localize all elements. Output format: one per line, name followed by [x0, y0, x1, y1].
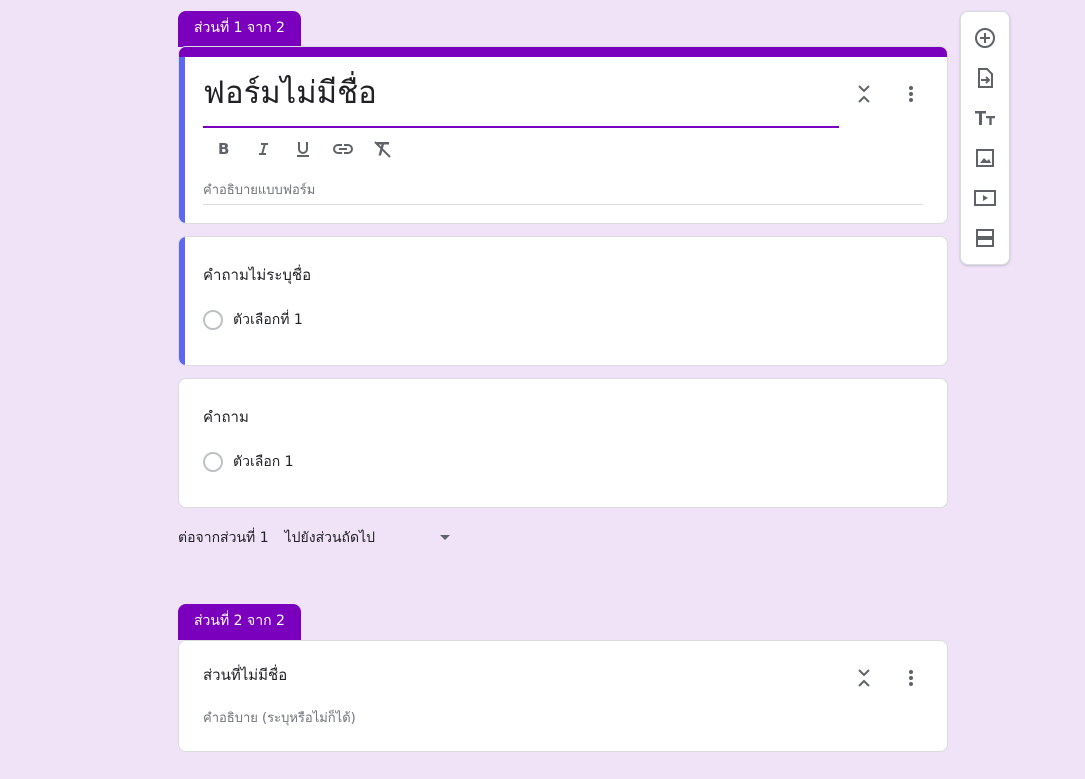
question-card-1[interactable]: คำถามไม่ระบุชื่อ ตัวเลือกที่ 1 — [178, 236, 948, 366]
radio-button[interactable] — [203, 310, 223, 330]
svg-text:B: B — [218, 141, 229, 157]
bold-icon[interactable]: B — [211, 137, 235, 161]
form-header-card[interactable]: ฟอร์มไม่มีชื่อ B คำอธิบายแบบฟอร์ม — [178, 46, 948, 224]
form-description-field[interactable]: คำอธิบายแบบฟอร์ม — [203, 179, 923, 205]
section-2-tab-label: ส่วนที่ 2 จาก 2 — [194, 613, 285, 629]
floating-toolbar — [960, 11, 1010, 265]
more-options-icon[interactable] — [899, 82, 923, 106]
after-section-row: ต่อจากส่วนที่ 1 ไปยังส่วนถัดไป — [178, 527, 375, 549]
option-row[interactable]: ตัวเลือกที่ 1 — [203, 309, 303, 331]
section-2-tab: ส่วนที่ 2 จาก 2 — [178, 604, 301, 640]
section-2-title[interactable]: ส่วนที่ไม่มีชื่อ — [203, 663, 287, 687]
question-title[interactable]: คำถาม — [203, 405, 249, 429]
add-question-icon[interactable] — [973, 26, 997, 50]
header-top-bar — [179, 47, 947, 57]
add-video-icon[interactable] — [973, 186, 997, 210]
add-image-icon[interactable] — [973, 146, 997, 170]
underline-icon[interactable] — [291, 137, 315, 161]
add-title-icon[interactable] — [973, 106, 997, 130]
after-section-dropdown[interactable]: ไปยังส่วนถัดไป — [285, 527, 375, 549]
add-section-icon[interactable] — [973, 226, 997, 250]
option-label: ตัวเลือก 1 — [233, 454, 294, 470]
question-card-2[interactable]: คำถาม ตัวเลือก 1 — [178, 378, 948, 508]
link-icon[interactable] — [331, 137, 355, 161]
collapse-icon[interactable] — [852, 82, 876, 106]
section-2-description-field[interactable]: คำอธิบาย (ระบุหรือไม่ก็ได้) — [203, 707, 356, 728]
after-section-label: ต่อจากส่วนที่ 1 — [178, 530, 269, 546]
import-questions-icon[interactable] — [973, 66, 997, 90]
title-underline — [203, 126, 839, 128]
form-title[interactable]: ฟอร์มไม่มีชื่อ — [203, 67, 377, 117]
italic-icon[interactable] — [251, 137, 275, 161]
option-label: ตัวเลือกที่ 1 — [233, 312, 303, 328]
collapse-icon[interactable] — [852, 666, 876, 690]
format-toolbar: B — [211, 137, 395, 161]
question-title[interactable]: คำถามไม่ระบุชื่อ — [203, 263, 311, 287]
section-1-tab-label: ส่วนที่ 1 จาก 2 — [194, 20, 285, 36]
section-1-tab: ส่วนที่ 1 จาก 2 — [178, 11, 301, 47]
dropdown-arrow-icon[interactable] — [440, 535, 450, 540]
section-2-header-card[interactable]: ส่วนที่ไม่มีชื่อ คำอธิบาย (ระบุหรือไม่ก็… — [178, 640, 948, 752]
radio-button[interactable] — [203, 452, 223, 472]
clear-format-icon[interactable] — [371, 137, 395, 161]
more-options-icon[interactable] — [899, 666, 923, 690]
option-row[interactable]: ตัวเลือก 1 — [203, 451, 294, 473]
